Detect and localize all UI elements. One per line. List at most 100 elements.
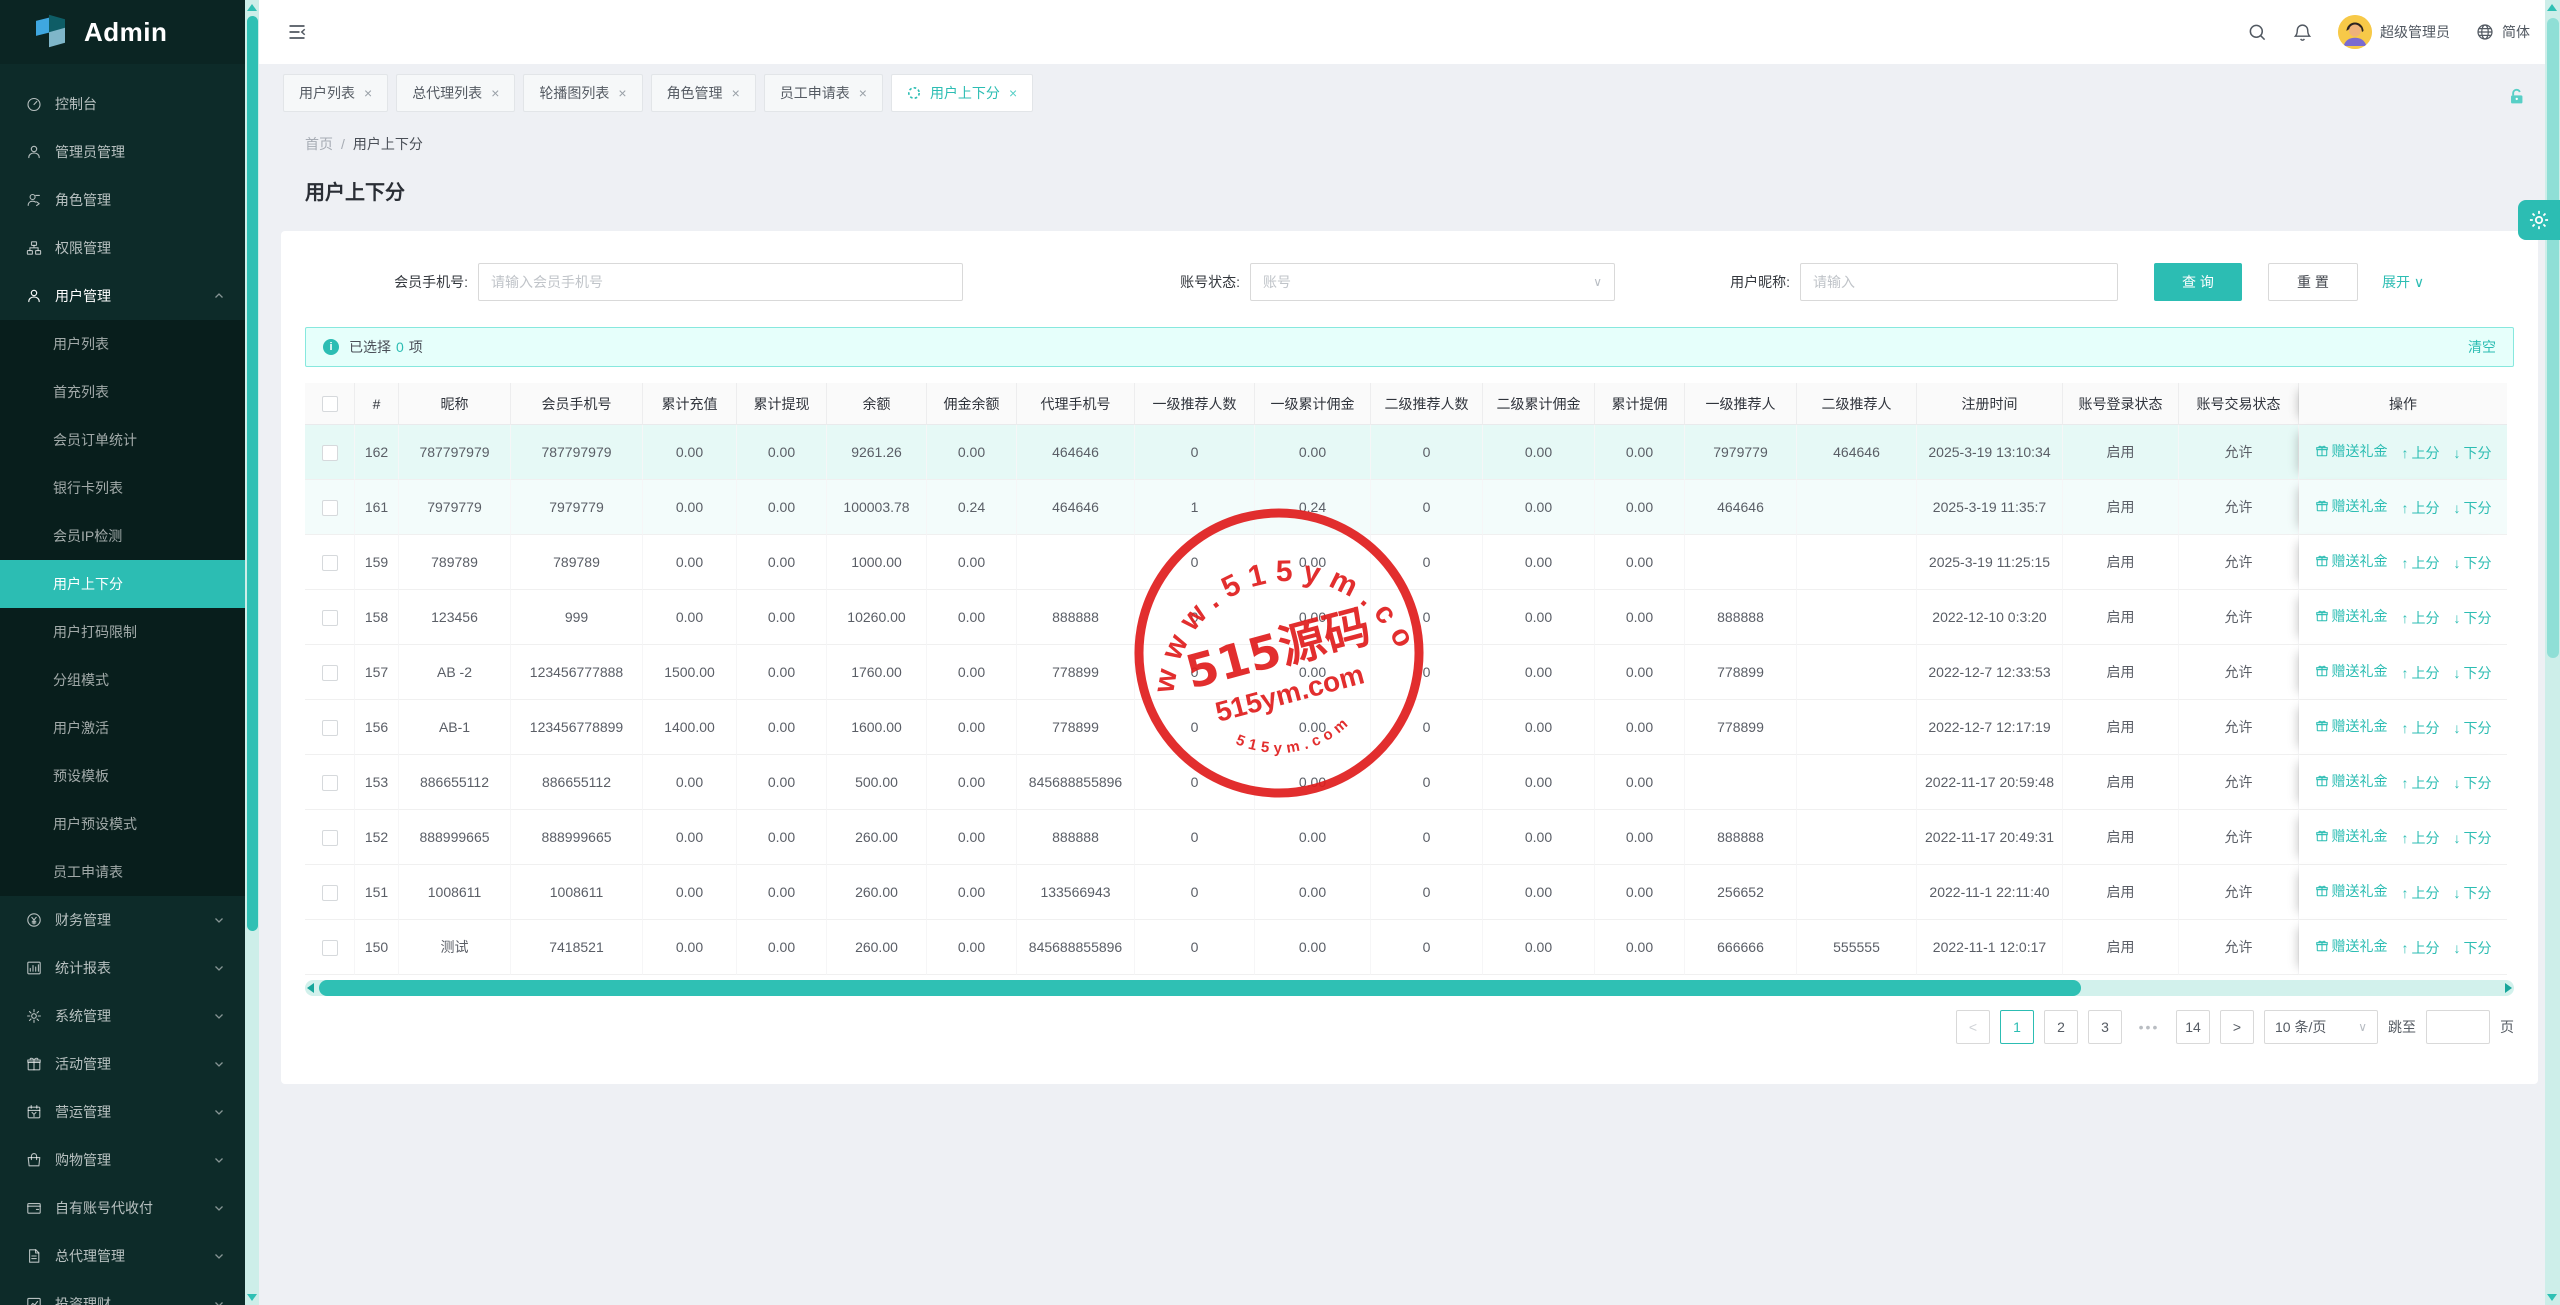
score-down-button[interactable]: ↓下分 xyxy=(2454,828,2492,848)
score-up-button[interactable]: ↑上分 xyxy=(2402,883,2440,903)
select-all-checkbox[interactable] xyxy=(322,396,338,412)
tab-3[interactable]: 角色管理× xyxy=(651,74,756,112)
gift-button[interactable]: 赠送礼金 xyxy=(2315,936,2388,956)
score-up-button[interactable]: ↑上分 xyxy=(2402,773,2440,793)
score-down-button[interactable]: ↓下分 xyxy=(2454,498,2492,518)
phone-filter-input[interactable] xyxy=(478,263,963,301)
search-icon[interactable] xyxy=(2248,23,2267,42)
unlock-icon[interactable] xyxy=(2507,87,2526,106)
score-down-button[interactable]: ↓下分 xyxy=(2454,718,2492,738)
clear-selection-link[interactable]: 清空 xyxy=(2468,337,2496,357)
scroll-left-icon[interactable] xyxy=(307,983,314,993)
breadcrumb-home[interactable]: 首页 xyxy=(305,136,333,152)
row-checkbox[interactable] xyxy=(322,610,338,626)
sidebar-item-11[interactable]: 自有账号代收付 xyxy=(0,1184,245,1232)
score-down-button[interactable]: ↓下分 xyxy=(2454,938,2492,958)
gift-button[interactable]: 赠送礼金 xyxy=(2315,551,2388,571)
gift-button[interactable]: 赠送礼金 xyxy=(2315,496,2388,516)
scroll-right-icon[interactable] xyxy=(2505,983,2512,993)
page-button-1[interactable]: 1 xyxy=(2000,1010,2034,1044)
row-checkbox[interactable] xyxy=(322,665,338,681)
row-checkbox[interactable] xyxy=(322,445,338,461)
page-ellipsis[interactable]: ••• xyxy=(2132,1010,2166,1044)
close-icon[interactable]: × xyxy=(618,85,626,101)
row-checkbox[interactable] xyxy=(322,720,338,736)
close-icon[interactable]: × xyxy=(364,85,372,101)
page-scroll-down-icon[interactable] xyxy=(2547,1294,2557,1301)
gift-button[interactable]: 赠送礼金 xyxy=(2315,606,2388,626)
select-all-header[interactable] xyxy=(305,383,355,425)
sidebar-scrollbar-thumb[interactable] xyxy=(247,16,258,931)
row-checkbox[interactable] xyxy=(322,500,338,516)
gift-button[interactable]: 赠送礼金 xyxy=(2315,441,2388,461)
tab-2[interactable]: 轮播图列表× xyxy=(523,74,642,112)
gift-button[interactable]: 赠送礼金 xyxy=(2315,661,2388,681)
page-size-select[interactable]: 10 条/页∨ xyxy=(2264,1010,2378,1044)
sidebar-subitem-6[interactable]: 用户打码限制 xyxy=(0,608,245,656)
score-up-button[interactable]: ↑上分 xyxy=(2402,828,2440,848)
score-up-button[interactable]: ↑上分 xyxy=(2402,938,2440,958)
prev-page-button[interactable]: < xyxy=(1956,1010,1990,1044)
close-icon[interactable]: × xyxy=(859,85,867,101)
tab-4[interactable]: 员工申请表× xyxy=(764,74,883,112)
horizontal-scrollbar[interactable] xyxy=(305,980,2514,996)
score-down-button[interactable]: ↓下分 xyxy=(2454,773,2492,793)
sidebar-subitem-5[interactable]: 用户上下分 xyxy=(0,560,245,608)
language-switch[interactable]: 简体 xyxy=(2476,22,2530,42)
sidebar-scrollbar[interactable] xyxy=(245,0,259,1305)
gift-button[interactable]: 赠送礼金 xyxy=(2315,771,2388,791)
score-up-button[interactable]: ↑上分 xyxy=(2402,498,2440,518)
score-down-button[interactable]: ↓下分 xyxy=(2454,443,2492,463)
sidebar-item-2[interactable]: 角色管理 xyxy=(0,176,245,224)
sidebar-item-10[interactable]: 购物管理 xyxy=(0,1136,245,1184)
sidebar-item-1[interactable]: 管理员管理 xyxy=(0,128,245,176)
settings-gear-button[interactable] xyxy=(2518,200,2560,240)
sidebar-subitem-3[interactable]: 银行卡列表 xyxy=(0,464,245,512)
scroll-up-icon[interactable] xyxy=(247,4,257,11)
score-down-button[interactable]: ↓下分 xyxy=(2454,663,2492,683)
score-down-button[interactable]: ↓下分 xyxy=(2454,883,2492,903)
refresh-icon[interactable] xyxy=(907,86,921,100)
sidebar-subitem-4[interactable]: 会员IP检测 xyxy=(0,512,245,560)
page-scrollbar[interactable] xyxy=(2545,0,2560,1305)
nick-filter-input[interactable] xyxy=(1800,263,2118,301)
close-icon[interactable]: × xyxy=(491,85,499,101)
row-checkbox[interactable] xyxy=(322,775,338,791)
gift-button[interactable]: 赠送礼金 xyxy=(2315,826,2388,846)
sidebar-item-0[interactable]: 控制台 xyxy=(0,80,245,128)
page-scroll-up-icon[interactable] xyxy=(2547,4,2557,11)
score-up-button[interactable]: ↑上分 xyxy=(2402,553,2440,573)
scroll-down-icon[interactable] xyxy=(247,1294,257,1301)
next-page-button[interactable]: > xyxy=(2220,1010,2254,1044)
sidebar-item-8[interactable]: 活动管理 xyxy=(0,1040,245,1088)
gift-button[interactable]: 赠送礼金 xyxy=(2315,881,2388,901)
sidebar-item-9[interactable]: 营运管理 xyxy=(0,1088,245,1136)
sidebar-item-7[interactable]: 系统管理 xyxy=(0,992,245,1040)
page-button-2[interactable]: 2 xyxy=(2044,1010,2078,1044)
sidebar-subitem-9[interactable]: 预设模板 xyxy=(0,752,245,800)
close-icon[interactable]: × xyxy=(1009,85,1017,101)
gift-button[interactable]: 赠送礼金 xyxy=(2315,716,2388,736)
bell-icon[interactable] xyxy=(2293,23,2312,42)
score-up-button[interactable]: ↑上分 xyxy=(2402,443,2440,463)
reset-button[interactable]: 重 置 xyxy=(2268,263,2358,301)
sidebar-subitem-2[interactable]: 会员订单统计 xyxy=(0,416,245,464)
jump-page-input[interactable] xyxy=(2426,1010,2490,1044)
search-button[interactable]: 查 询 xyxy=(2154,263,2242,301)
row-checkbox[interactable] xyxy=(322,940,338,956)
user-menu[interactable]: 超级管理员 xyxy=(2338,15,2450,49)
expand-link[interactable]: 展开 ∨ xyxy=(2382,272,2424,292)
sidebar-subitem-7[interactable]: 分组模式 xyxy=(0,656,245,704)
page-button-14[interactable]: 14 xyxy=(2176,1010,2210,1044)
score-down-button[interactable]: ↓下分 xyxy=(2454,608,2492,628)
sidebar-item-3[interactable]: 权限管理 xyxy=(0,224,245,272)
row-checkbox[interactable] xyxy=(322,885,338,901)
horizontal-scrollbar-thumb[interactable] xyxy=(319,980,2081,996)
row-checkbox[interactable] xyxy=(322,830,338,846)
sidebar-subitem-0[interactable]: 用户列表 xyxy=(0,320,245,368)
menu-fold-icon[interactable] xyxy=(287,22,307,42)
sidebar-item-12[interactable]: 总代理管理 xyxy=(0,1232,245,1280)
tab-0[interactable]: 用户列表× xyxy=(283,74,388,112)
page-button-3[interactable]: 3 xyxy=(2088,1010,2122,1044)
sidebar-item-13[interactable]: 投资理财 xyxy=(0,1280,245,1305)
